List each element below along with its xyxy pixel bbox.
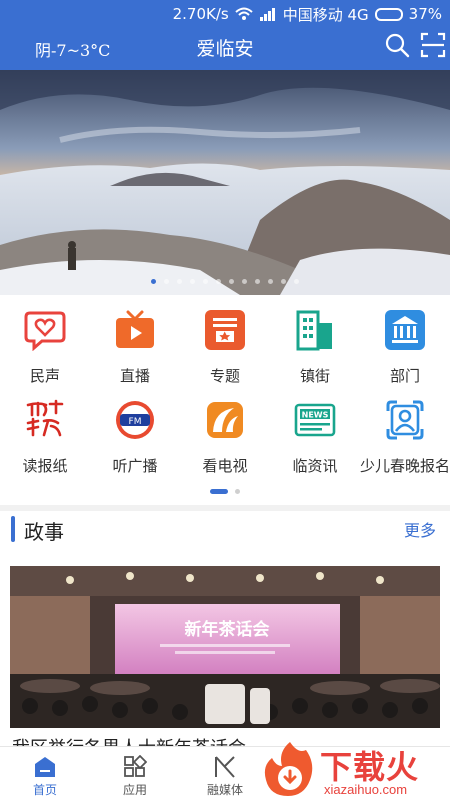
search-icon[interactable]: [384, 32, 410, 58]
watermark-url: xiazaihuo.com: [324, 782, 408, 797]
scan-icon[interactable]: [420, 32, 446, 58]
tab-media[interactable]: 融媒体: [180, 747, 270, 800]
grid-item-label: 少儿春晚报名: [360, 457, 450, 475]
signal-icon: [259, 8, 275, 21]
app-screen: 2.70K/s 中国移动 4G 37% 阴-7~3°C 爱临安 民声 直播 专题…: [0, 0, 450, 800]
banner-dot[interactable]: [203, 279, 208, 284]
news-icon: NEWS: [294, 403, 336, 437]
tab-label: 融媒体: [206, 783, 243, 797]
banner-dot[interactable]: [177, 279, 182, 284]
svg-text:NEWS: NEWS: [302, 411, 329, 420]
grid-item-label: 看电视: [202, 457, 248, 475]
grid-item-live[interactable]: 直播: [90, 295, 180, 385]
banner-dot-active[interactable]: [151, 279, 156, 284]
news-card-image[interactable]: 新年茶话会: [10, 566, 440, 728]
news-photo: 新年茶话会: [10, 566, 440, 728]
radio-logo-icon: FM: [116, 401, 154, 439]
tab-home[interactable]: 首页: [0, 747, 90, 800]
portrait-frame-icon: [386, 400, 424, 440]
live-tv-icon: [116, 310, 154, 348]
battery-percent: 37%: [408, 5, 442, 23]
app-title: 爱临安: [196, 38, 254, 60]
grid-item-town[interactable]: 镇街: [270, 295, 360, 385]
grid-item-topic[interactable]: 专题: [180, 295, 270, 385]
flame-logo-icon: [264, 742, 313, 796]
grid-item-label: 直播: [119, 367, 150, 385]
grid-item-label: 部门: [389, 367, 420, 385]
grid-item-label: 读报纸: [22, 457, 68, 475]
banner-dot[interactable]: [190, 279, 195, 284]
grid-item-label: 民声: [29, 367, 60, 385]
grid-item-tv[interactable]: 看电视: [180, 385, 270, 475]
grid-item-label: 临资讯: [292, 457, 338, 475]
grid-item-label: 专题: [209, 367, 240, 385]
banner-dot[interactable]: [294, 279, 299, 284]
government-icon: [385, 310, 425, 350]
tv-logo-icon: [207, 402, 243, 438]
grid-item-newspaper[interactable]: 读报纸: [0, 385, 90, 475]
wifi-icon: [235, 7, 253, 20]
grid-item-radio[interactable]: FM 听广播: [90, 385, 180, 475]
apps-icon: [124, 755, 147, 777]
banner-dot[interactable]: [281, 279, 286, 284]
grid-page-dot[interactable]: [235, 489, 240, 494]
banner-image: [0, 70, 450, 295]
grid-item-gala-signup[interactable]: 少儿春晚报名: [360, 385, 450, 475]
topic-box-icon: [205, 310, 245, 350]
shortcut-grid: 民声 直播 专题 镇街 部门 读报纸 FM 听广播 看电视 NEWS 临资讯 少…: [0, 295, 450, 505]
media-icon: [215, 756, 235, 778]
section-title: 政事: [24, 520, 64, 544]
news-photo-banner-text: 新年茶话会: [185, 619, 270, 640]
section-accent-bar: [11, 516, 15, 542]
banner-dot[interactable]: [229, 279, 234, 284]
banner-dot[interactable]: [216, 279, 221, 284]
watermark-logo: 下载火 xiazaihuo.com: [262, 740, 450, 800]
heart-chat-icon: [24, 311, 66, 351]
tab-label: 首页: [32, 783, 57, 797]
grid-page-indicator: [0, 488, 450, 496]
home-icon: [35, 757, 55, 777]
section-header: 政事 更多: [0, 511, 450, 551]
status-bar: 2.70K/s 中国移动 4G 37%: [0, 0, 450, 28]
banner-dot[interactable]: [255, 279, 260, 284]
grid-item-label: 镇街: [299, 367, 330, 385]
grid-item-minsheng[interactable]: 民声: [0, 295, 90, 385]
tab-label: 应用: [122, 783, 147, 797]
banner-dot[interactable]: [268, 279, 273, 284]
grid-item-news[interactable]: NEWS 临资讯: [270, 385, 360, 475]
more-link[interactable]: 更多: [404, 517, 436, 541]
carrier-label: 中国移动 4G: [282, 5, 369, 24]
grid-item-label: 听广播: [112, 457, 158, 475]
grid-page-dot-active[interactable]: [210, 489, 228, 494]
network-speed: 2.70K/s: [172, 5, 229, 23]
grid-item-department[interactable]: 部门: [360, 295, 450, 385]
app-bar: 阴-7~3°C 爱临安: [0, 28, 450, 70]
tab-apps[interactable]: 应用: [90, 747, 180, 800]
banner-dot[interactable]: [164, 279, 169, 284]
banner-carousel[interactable]: [0, 70, 450, 295]
banner-dot[interactable]: [242, 279, 247, 284]
banner-indicator: [0, 279, 450, 285]
battery-icon: [374, 7, 403, 21]
building-icon: [296, 310, 332, 351]
svg-text:FM: FM: [129, 417, 142, 427]
newspaper-logo-icon: [26, 399, 64, 437]
